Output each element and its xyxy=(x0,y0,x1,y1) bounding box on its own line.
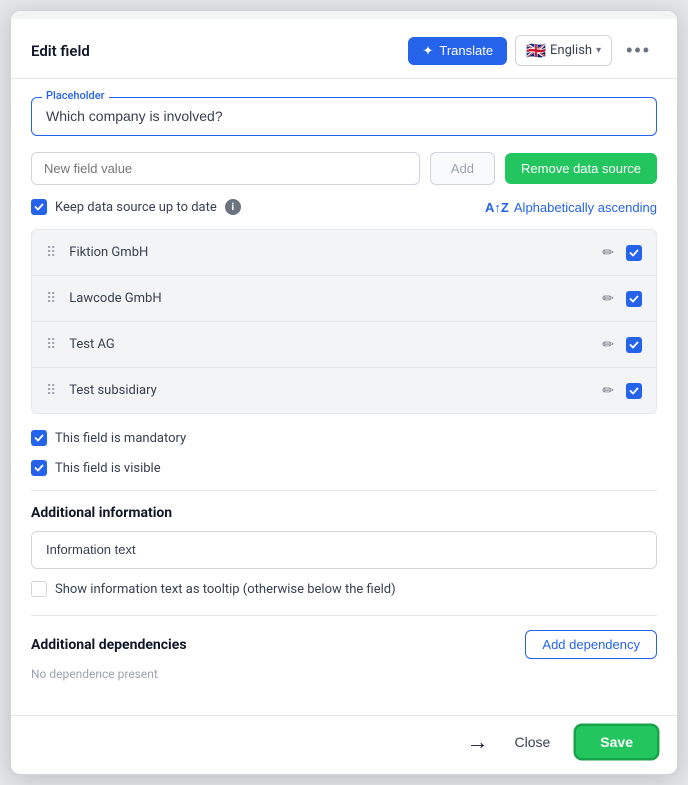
mandatory-checkbox[interactable] xyxy=(31,430,47,446)
keep-datasource-row: Keep data source up to date i xyxy=(31,199,241,215)
info-icon[interactable]: i xyxy=(225,199,241,215)
translate-label: Translate xyxy=(439,43,493,58)
edit-field-modal: Edit field ✦ Translate 🇬🇧 English ▾ ••• … xyxy=(10,10,678,775)
item-actions: ✏ xyxy=(598,380,642,401)
header-actions: ✦ Translate 🇬🇧 English ▾ ••• xyxy=(408,35,657,66)
drag-handle-icon[interactable]: ⠿ xyxy=(46,245,57,261)
keep-datasource-label: Keep data source up to date xyxy=(55,200,217,215)
mandatory-label: This field is mandatory xyxy=(55,431,186,446)
placeholder-input[interactable] xyxy=(46,108,642,124)
placeholder-section: Placeholder xyxy=(31,97,657,136)
translate-icon: ✦ xyxy=(422,43,433,59)
flag-icon: 🇬🇧 xyxy=(526,41,546,60)
item-checkbox[interactable] xyxy=(626,383,642,399)
modal-title: Edit field xyxy=(31,42,90,60)
additional-info-title: Additional information xyxy=(31,505,657,521)
tooltip-checkbox[interactable] xyxy=(31,581,47,597)
list-item: ⠿ Lawcode GmbH ✏ xyxy=(32,276,656,322)
sort-label: Alphabetically ascending xyxy=(514,200,657,215)
chevron-down-icon: ▾ xyxy=(596,45,601,56)
add-value-row: Add Remove data source xyxy=(31,152,657,185)
az-icon: A↑Z xyxy=(485,200,509,215)
modal-header: Edit field ✦ Translate 🇬🇧 English ▾ ••• xyxy=(11,19,677,79)
visible-checkbox[interactable] xyxy=(31,460,47,476)
item-actions: ✏ xyxy=(598,242,642,263)
language-selector[interactable]: 🇬🇧 English ▾ xyxy=(515,35,612,66)
tooltip-row: Show information text as tooltip (otherw… xyxy=(31,581,657,597)
items-list: ⠿ Fiktion GmbH ✏ ⠿ Lawcode GmbH ✏ ⠿ Test… xyxy=(31,229,657,414)
item-actions: ✏ xyxy=(598,334,642,355)
remove-datasource-button[interactable]: Remove data source xyxy=(505,153,657,184)
modal-body: Placeholder Add Remove data source Keep … xyxy=(11,79,677,715)
edit-item-button[interactable]: ✏ xyxy=(598,334,618,355)
datasource-options: Keep data source up to date i A↑Z Alphab… xyxy=(31,199,657,215)
list-item: ⠿ Test AG ✏ xyxy=(32,322,656,368)
list-item: ⠿ Fiktion GmbH ✏ xyxy=(32,230,656,276)
edit-item-button[interactable]: ✏ xyxy=(598,288,618,309)
translate-button[interactable]: ✦ Translate xyxy=(408,37,507,65)
save-button[interactable]: Save xyxy=(576,726,657,758)
item-name: Fiktion GmbH xyxy=(69,245,598,260)
close-button[interactable]: Close xyxy=(499,726,567,758)
sort-button[interactable]: A↑Z Alphabetically ascending xyxy=(485,200,657,215)
more-options-button[interactable]: ••• xyxy=(620,38,657,63)
edit-item-button[interactable]: ✏ xyxy=(598,380,618,401)
add-dependency-button[interactable]: Add dependency xyxy=(525,630,657,659)
additional-deps-header: Additional dependencies Add dependency xyxy=(31,630,657,659)
mandatory-section: This field is mandatory xyxy=(31,430,657,446)
drag-handle-icon[interactable]: ⠿ xyxy=(46,383,57,399)
dots-icon: ••• xyxy=(626,40,651,60)
item-name: Test AG xyxy=(69,337,598,352)
add-button[interactable]: Add xyxy=(430,152,495,185)
modal-footer: → Close Save xyxy=(11,715,677,774)
tooltip-label: Show information text as tooltip (otherw… xyxy=(55,582,396,597)
new-value-input[interactable] xyxy=(31,152,420,185)
placeholder-label: Placeholder xyxy=(42,89,109,102)
deps-title: Additional dependencies xyxy=(31,637,187,653)
item-name: Lawcode GmbH xyxy=(69,291,598,306)
arrow-icon: → xyxy=(467,729,489,755)
item-checkbox[interactable] xyxy=(626,337,642,353)
edit-item-button[interactable]: ✏ xyxy=(598,242,618,263)
list-item: ⠿ Test subsidiary ✏ xyxy=(32,368,656,413)
item-name: Test subsidiary xyxy=(69,383,598,398)
language-label: English xyxy=(550,43,592,58)
modal-top-bar xyxy=(11,11,677,19)
drag-handle-icon[interactable]: ⠿ xyxy=(46,337,57,353)
visible-section: This field is visible xyxy=(31,460,657,476)
info-text-input[interactable] xyxy=(46,542,642,557)
item-actions: ✏ xyxy=(598,288,642,309)
item-checkbox[interactable] xyxy=(626,291,642,307)
placeholder-field-group: Placeholder xyxy=(31,97,657,136)
item-checkbox[interactable] xyxy=(626,245,642,261)
keep-datasource-checkbox[interactable] xyxy=(31,199,47,215)
drag-handle-icon[interactable]: ⠿ xyxy=(46,291,57,307)
visible-label: This field is visible xyxy=(55,461,161,476)
info-input-group xyxy=(31,531,657,569)
no-dependence-text: No dependence present xyxy=(31,667,657,681)
